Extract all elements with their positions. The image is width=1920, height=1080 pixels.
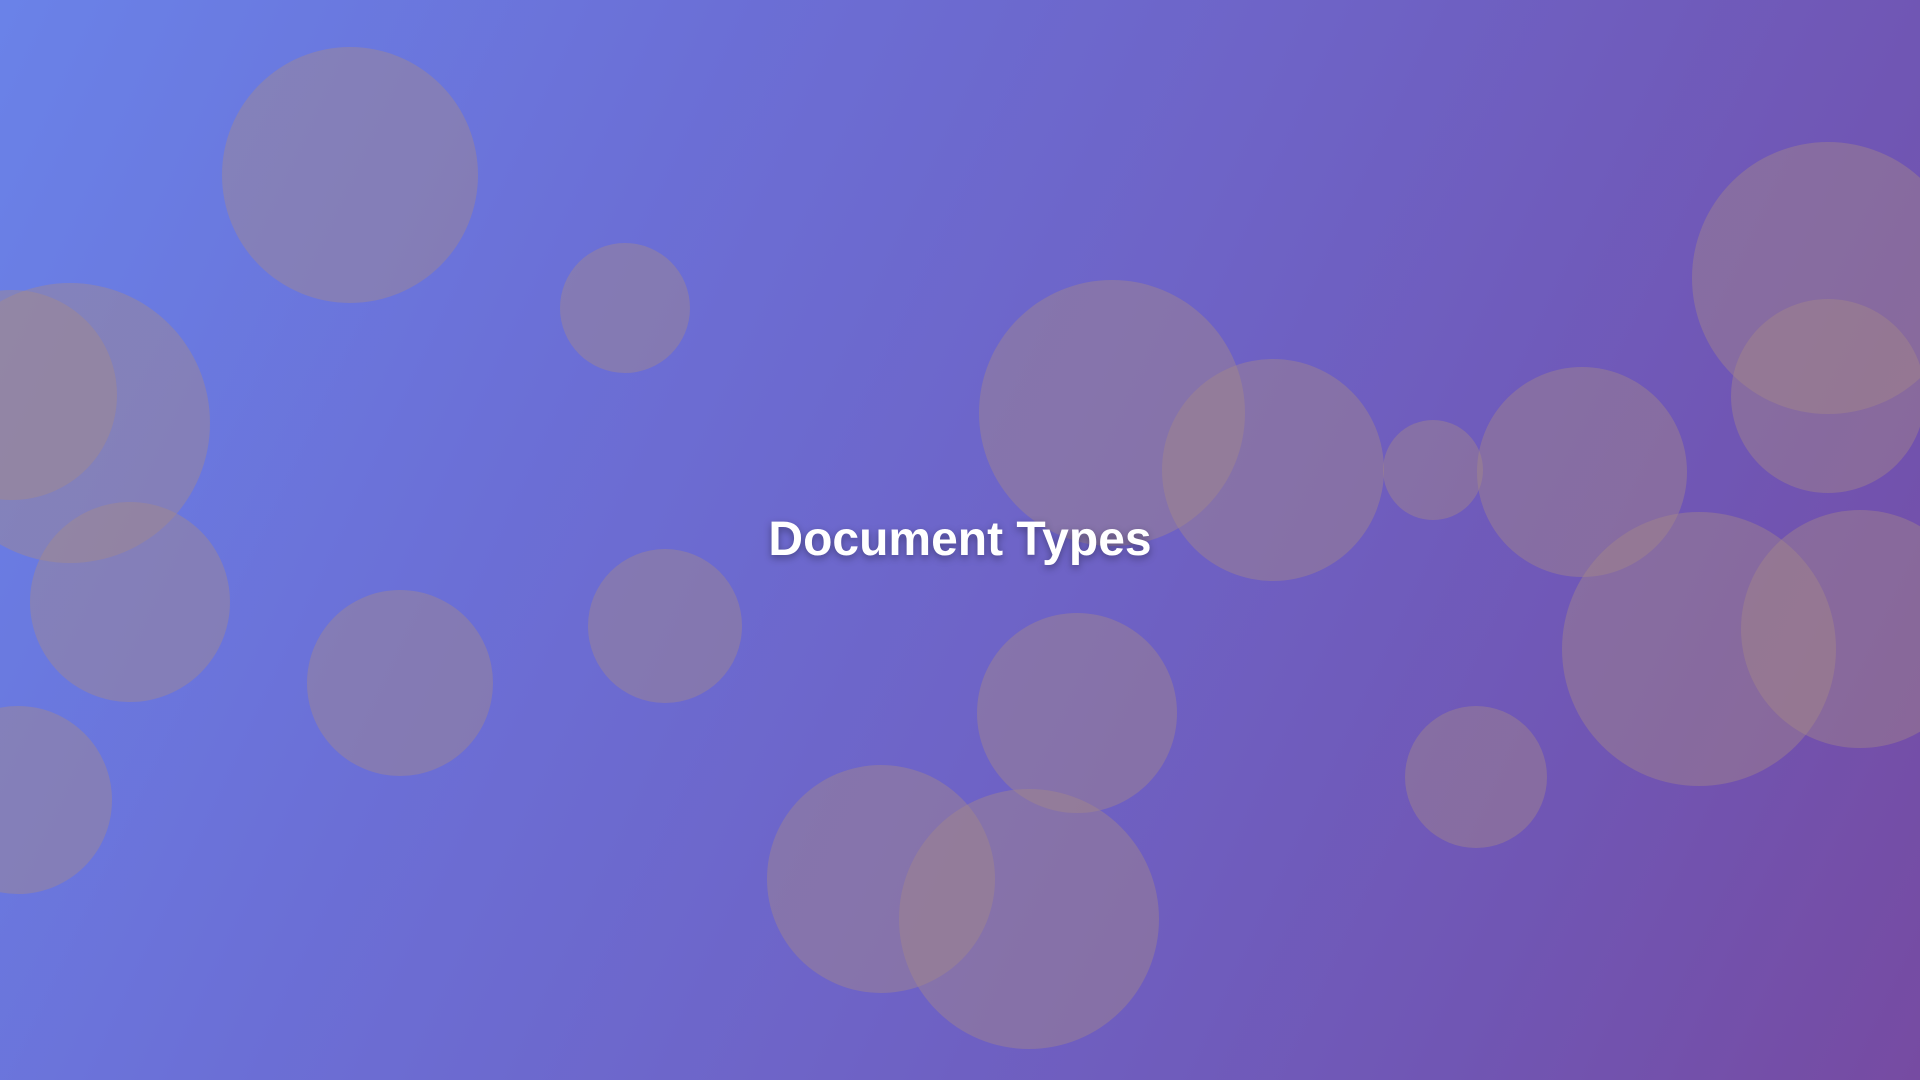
- bubble: [588, 549, 742, 703]
- bubble: [307, 590, 493, 776]
- bubble: [222, 47, 478, 303]
- bubble: [1405, 706, 1547, 848]
- bubble: [560, 243, 690, 373]
- bubble: [1731, 299, 1920, 493]
- bubble: [899, 789, 1159, 1049]
- bubble: [977, 613, 1177, 813]
- bubble: [1383, 420, 1483, 520]
- page-title: Document Types: [768, 513, 1152, 566]
- bubble: [0, 706, 112, 894]
- splash-screen: Document Types: [0, 0, 1920, 1080]
